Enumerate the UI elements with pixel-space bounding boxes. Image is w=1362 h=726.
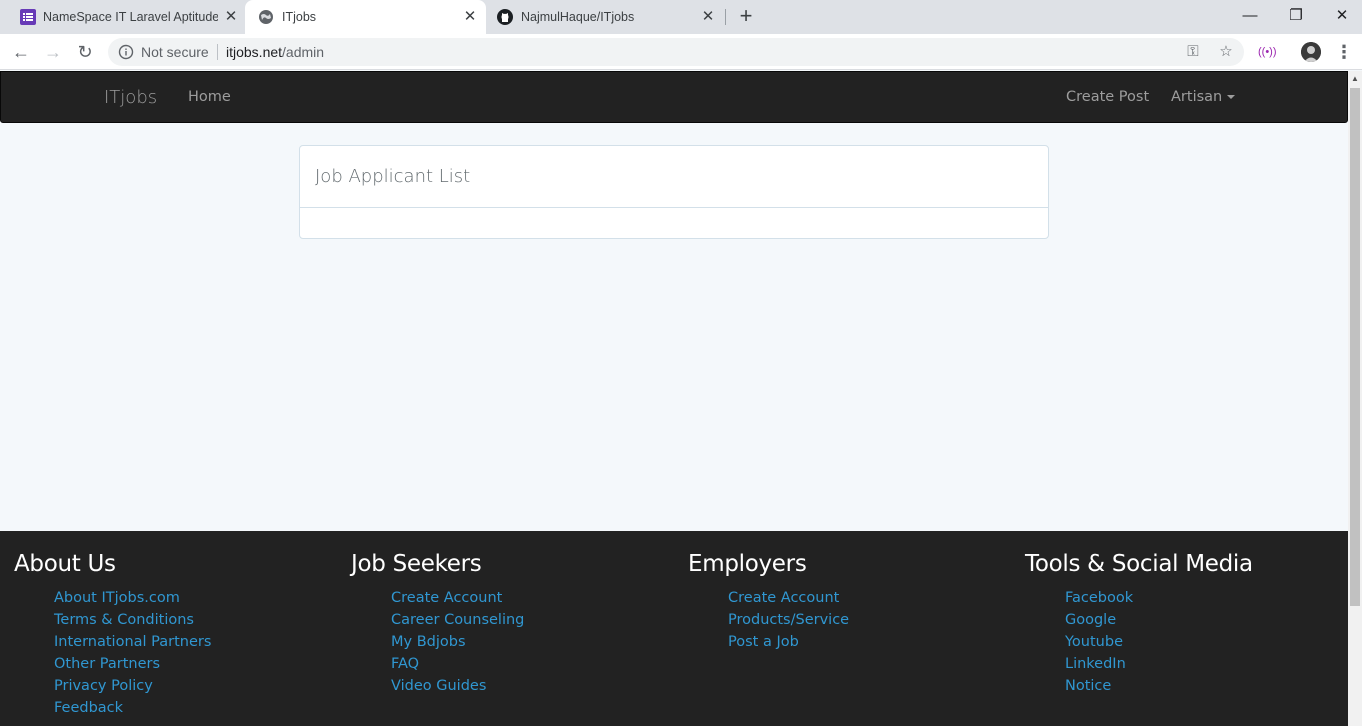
footer-link[interactable]: Facebook — [1065, 587, 1253, 609]
back-button[interactable]: ← — [10, 41, 32, 63]
browser-tabstrip: NameSpace IT Laravel Aptitude T ✕ ITjobs… — [0, 0, 1362, 34]
footer-link[interactable]: Create Account — [391, 587, 524, 609]
star-icon[interactable]: ☆ — [1217, 43, 1235, 61]
site-footer: About Us About ITjobs.com Terms & Condit… — [0, 531, 1348, 726]
footer-column-tools-social: Tools & Social Media Facebook Google You… — [1025, 551, 1253, 697]
browser-tab-namespace[interactable]: NameSpace IT Laravel Aptitude T ✕ — [0, 0, 244, 34]
footer-link[interactable]: International Partners — [54, 631, 211, 653]
footer-link[interactable]: Create Account — [728, 587, 849, 609]
applicant-list-panel: Job Applicant List — [299, 145, 1049, 239]
footer-link[interactable]: Video Guides — [391, 675, 524, 697]
window-close-button[interactable]: ✕ — [1330, 5, 1354, 27]
footer-column-about: About Us About ITjobs.com Terms & Condit… — [14, 551, 211, 719]
broadcast-icon[interactable]: ((•)) — [1258, 44, 1277, 60]
footer-link[interactable]: Privacy Policy — [54, 675, 211, 697]
footer-link[interactable]: Terms & Conditions — [54, 609, 211, 631]
footer-link[interactable]: Career Counseling — [391, 609, 524, 631]
security-label[interactable]: Not secure — [141, 44, 209, 60]
close-icon[interactable]: ✕ — [699, 8, 717, 26]
browser-tab-itjobs[interactable]: ITjobs ✕ — [245, 0, 486, 34]
browser-toolbar: ← → ↻ Not secure itjobs.net/admin ⚿ ☆ ((… — [0, 34, 1362, 70]
close-icon[interactable]: ✕ — [222, 8, 240, 26]
footer-heading: About Us — [14, 551, 116, 577]
scroll-up-arrow-icon[interactable]: ▲ — [1348, 71, 1362, 87]
address-divider — [217, 44, 218, 60]
close-icon[interactable]: ✕ — [461, 8, 479, 26]
url-path: /admin — [282, 44, 325, 60]
nav-create-post-link[interactable]: Create Post — [1066, 89, 1149, 105]
footer-heading: Employers — [688, 551, 807, 577]
caret-down-icon — [1227, 95, 1236, 99]
user-menu-dropdown[interactable]: Artisan — [1171, 89, 1236, 105]
footer-link-list: Create Account Products/Service Post a J… — [688, 587, 849, 653]
minimize-button[interactable]: — — [1238, 5, 1262, 27]
footer-link-list: Create Account Career Counseling My Bdjo… — [351, 587, 524, 697]
browser-menu-icon[interactable]: ⋮ — [1335, 41, 1353, 63]
new-tab-button[interactable]: + — [736, 5, 756, 27]
url-text[interactable]: itjobs.net/admin — [226, 44, 324, 60]
footer-link[interactable]: Youtube — [1065, 631, 1253, 653]
footer-link[interactable]: Products/Service — [728, 609, 849, 631]
footer-link[interactable]: About ITjobs.com — [54, 587, 211, 609]
page-scrollbar[interactable]: ▲ — [1348, 71, 1362, 726]
info-icon[interactable] — [118, 44, 134, 60]
tab-title: NameSpace IT Laravel Aptitude T — [43, 10, 218, 24]
tab-divider — [725, 9, 726, 25]
footer-link-list: Facebook Google Youtube LinkedIn Notice — [1025, 587, 1253, 697]
globe-icon — [258, 9, 274, 25]
footer-column-job-seekers: Job Seekers Create Account Career Counse… — [351, 551, 524, 697]
footer-link[interactable]: Notice — [1065, 675, 1253, 697]
footer-column-employers: Employers Create Account Products/Servic… — [688, 551, 849, 653]
footer-link[interactable]: Google — [1065, 609, 1253, 631]
site-navbar: ITjobs Home Create Post Artisan — [0, 71, 1348, 123]
url-host: itjobs.net — [226, 44, 283, 60]
avatar[interactable] — [1301, 42, 1321, 62]
tab-title: NajmulHaque/ITjobs — [521, 10, 635, 24]
forms-icon — [20, 9, 36, 25]
footer-link[interactable]: Post a Job — [728, 631, 849, 653]
footer-heading: Tools & Social Media — [1025, 551, 1253, 577]
browser-tab-github[interactable]: NajmulHaque/ITjobs ✕ — [487, 0, 727, 34]
footer-link[interactable]: Other Partners — [54, 653, 211, 675]
key-icon[interactable]: ⚿ — [1184, 43, 1202, 61]
footer-link[interactable]: Feedback — [54, 697, 211, 719]
reload-button[interactable]: ↻ — [74, 41, 96, 63]
nav-home-link[interactable]: Home — [188, 89, 231, 105]
forward-button[interactable]: → — [42, 41, 64, 63]
footer-heading: Job Seekers — [351, 551, 482, 577]
site-brand[interactable]: ITjobs — [104, 87, 157, 108]
address-bar[interactable]: Not secure itjobs.net/admin ⚿ ☆ — [108, 38, 1244, 66]
user-menu-label: Artisan — [1171, 89, 1223, 105]
footer-link[interactable]: LinkedIn — [1065, 653, 1253, 675]
footer-link-list: About ITjobs.com Terms & Conditions Inte… — [14, 587, 211, 719]
tab-title: ITjobs — [282, 10, 317, 24]
github-icon — [497, 9, 513, 25]
footer-link[interactable]: FAQ — [391, 653, 524, 675]
footer-link[interactable]: My Bdjobs — [391, 631, 524, 653]
panel-heading: Job Applicant List — [300, 146, 1048, 208]
panel-title: Job Applicant List — [315, 166, 471, 187]
page-viewport: ITjobs Home Create Post Artisan Job Appl… — [0, 71, 1348, 726]
restore-button[interactable]: ❐ — [1284, 5, 1308, 27]
scrollbar-thumb[interactable] — [1350, 88, 1360, 606]
